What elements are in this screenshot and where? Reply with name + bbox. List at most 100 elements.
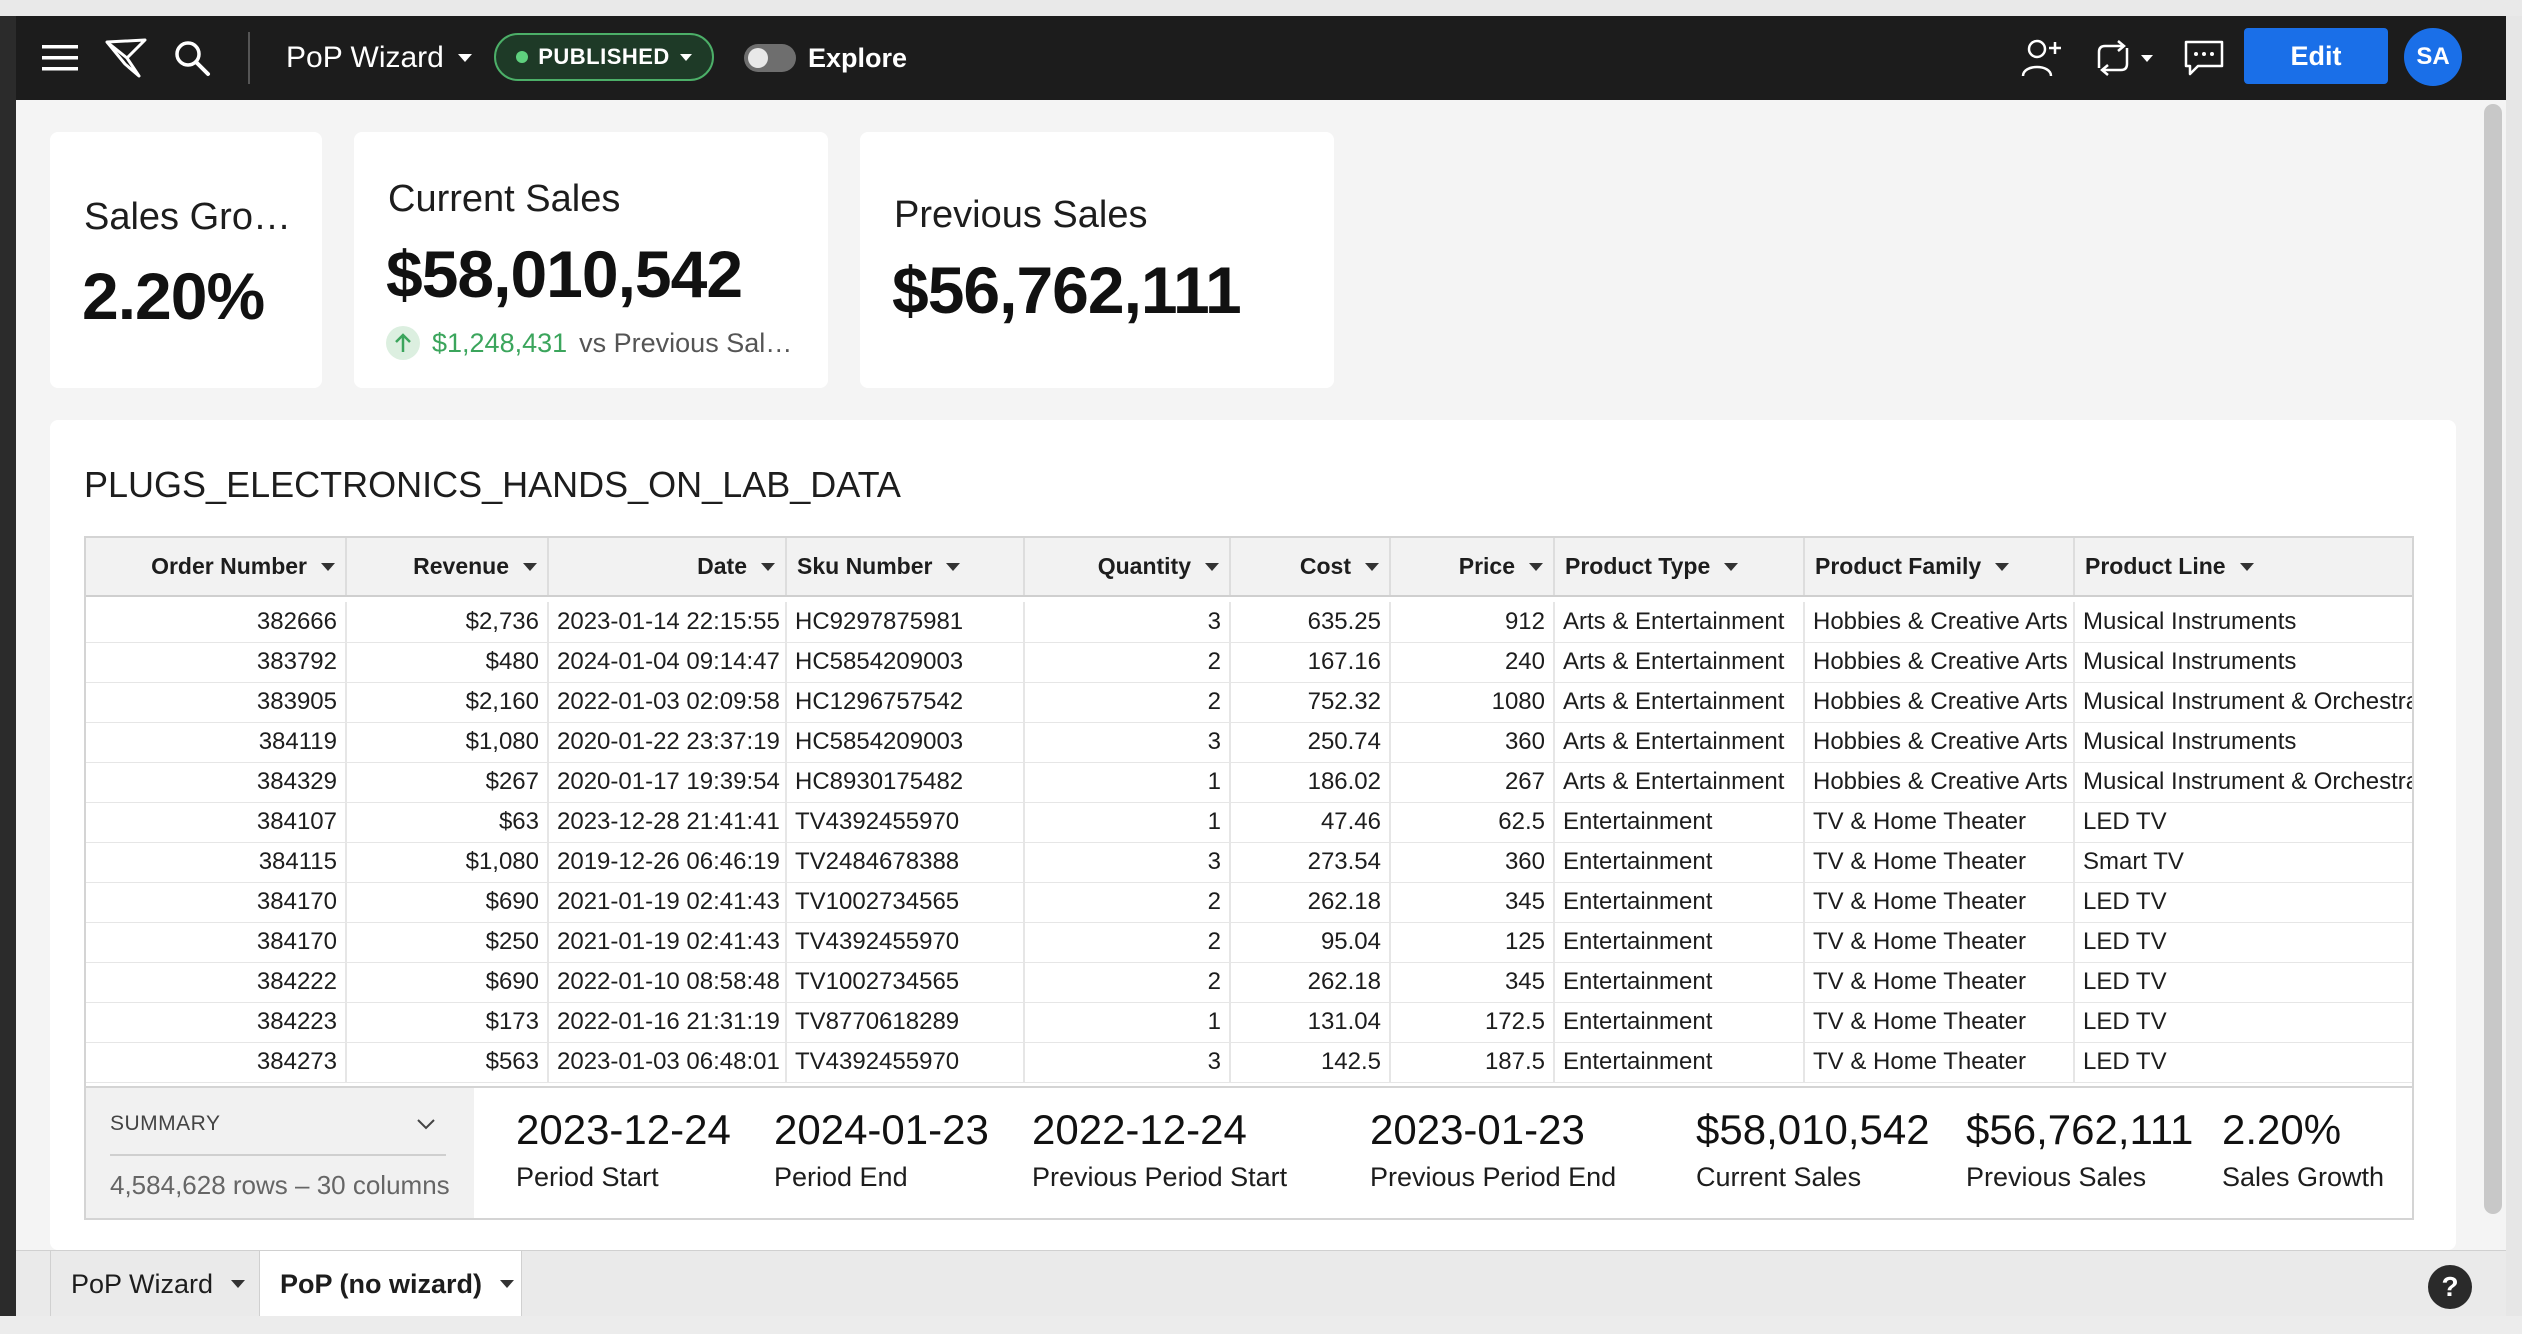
table-cell[interactable]: 2022-01-03 02:09:58 — [548, 682, 787, 723]
table-cell[interactable]: $480 — [346, 642, 549, 683]
table-cell[interactable]: TV & Home Theater — [1804, 802, 2075, 843]
sync-menu-button[interactable] — [2082, 32, 2162, 84]
table-cell[interactable]: 172.5 — [1390, 1002, 1555, 1043]
column-header[interactable]: Sku Number — [786, 538, 1025, 597]
table-cell[interactable]: HC8930175482 — [786, 762, 1025, 803]
explore-toggle[interactable] — [744, 44, 796, 72]
kpi-previous-sales[interactable]: Previous Sales $56,762,111 — [860, 132, 1334, 388]
table-cell[interactable]: TV & Home Theater — [1804, 882, 2075, 923]
table-cell[interactable]: 2023-12-28 21:41:41 — [548, 802, 787, 843]
table-cell[interactable]: 47.46 — [1230, 802, 1391, 843]
table-cell[interactable]: Arts & Entertainment — [1554, 602, 1805, 643]
table-cell[interactable]: 167.16 — [1230, 642, 1391, 683]
table-cell[interactable]: 186.02 — [1230, 762, 1391, 803]
column-header[interactable]: Price — [1390, 538, 1555, 597]
table-row[interactable]: 384170 $250 2021-01-19 02:41:43 TV439245597… — [86, 922, 2412, 963]
table-cell[interactable]: Arts & Entertainment — [1554, 762, 1805, 803]
table-cell[interactable]: 2 — [1024, 962, 1231, 1003]
menu-button[interactable] — [36, 34, 84, 82]
table-cell[interactable]: LED TV — [2074, 882, 2412, 923]
tab-pop-wizard[interactable]: PoP Wizard — [50, 1251, 260, 1317]
table-cell[interactable]: 360 — [1390, 722, 1555, 763]
chevron-down-icon[interactable] — [500, 1280, 515, 1288]
chevron-down-icon[interactable] — [1995, 562, 2010, 571]
table-cell[interactable]: 2023-01-14 22:15:55 — [548, 602, 787, 643]
sigma-logo-icon[interactable] — [100, 32, 152, 84]
table-cell[interactable]: Hobbies & Creative Arts — [1804, 722, 2075, 763]
table-cell[interactable]: 2021-01-19 02:41:43 — [548, 882, 787, 923]
table-cell[interactable]: 187.5 — [1390, 1042, 1555, 1083]
table-cell[interactable]: LED TV — [2074, 922, 2412, 963]
column-header[interactable]: Cost — [1230, 538, 1391, 597]
table-cell[interactable]: Entertainment — [1554, 1002, 1805, 1043]
table-cell[interactable]: TV1002734565 — [786, 882, 1025, 923]
table-cell[interactable]: Entertainment — [1554, 802, 1805, 843]
table-cell[interactable]: 2 — [1024, 882, 1231, 923]
comments-button[interactable] — [2178, 32, 2230, 84]
table-body-viewport[interactable]: Order Number Revenue Date Sku Number Qua… — [86, 538, 2412, 1086]
table-cell[interactable]: 360 — [1390, 842, 1555, 883]
table-cell[interactable]: 635.25 — [1230, 602, 1391, 643]
table-cell[interactable]: 62.5 — [1390, 802, 1555, 843]
table-cell[interactable]: Entertainment — [1554, 842, 1805, 883]
user-avatar[interactable]: SA — [2404, 28, 2462, 86]
table-cell[interactable]: $63 — [346, 802, 549, 843]
table-cell[interactable]: $267 — [346, 762, 549, 803]
table-cell[interactable]: 250.74 — [1230, 722, 1391, 763]
chevron-down-icon[interactable] — [414, 1112, 438, 1136]
edit-button[interactable]: Edit — [2244, 28, 2388, 84]
table-cell[interactable]: LED TV — [2074, 1042, 2412, 1083]
table-row[interactable]: 384115 $1,080 2019-12-26 06:46:19 TV2484678… — [86, 842, 2412, 883]
table-cell[interactable]: Arts & Entertainment — [1554, 682, 1805, 723]
table-row[interactable]: 383792 $480 2024-01-04 09:14:47 HC585420900… — [86, 642, 2412, 683]
table-cell[interactable]: TV & Home Theater — [1804, 1002, 2075, 1043]
table-cell[interactable]: $690 — [346, 882, 549, 923]
table-cell[interactable]: 752.32 — [1230, 682, 1391, 723]
vertical-scrollbar[interactable] — [2484, 104, 2502, 1214]
table-cell[interactable]: 267 — [1390, 762, 1555, 803]
table-cell[interactable]: 2021-01-19 02:41:43 — [548, 922, 787, 963]
table-row[interactable]: 384170 $690 2021-01-19 02:41:43 TV100273456… — [86, 882, 2412, 923]
table-cell[interactable]: $1,080 — [346, 722, 549, 763]
table-cell[interactable]: HC9297875981 — [786, 602, 1025, 643]
table-row[interactable]: 383905 $2,160 2022-01-03 02:09:58 HC1296757… — [86, 682, 2412, 723]
table-cell[interactable]: 384107 — [86, 802, 347, 843]
table-cell[interactable]: 240 — [1390, 642, 1555, 683]
chevron-down-icon[interactable] — [321, 562, 335, 571]
table-cell[interactable]: TV & Home Theater — [1804, 842, 2075, 883]
table-cell[interactable]: 384170 — [86, 922, 347, 963]
table-row[interactable]: 382666 $2,736 2023-01-14 22:15:55 HC9297875… — [86, 602, 2412, 643]
table-cell[interactable]: 2020-01-17 19:39:54 — [548, 762, 787, 803]
table-row[interactable]: 384107 $63 2023-12-28 21:41:41 TV4392455970… — [86, 802, 2412, 843]
table-cell[interactable]: $563 — [346, 1042, 549, 1083]
table-cell[interactable]: 3 — [1024, 842, 1231, 883]
table-cell[interactable]: 131.04 — [1230, 1002, 1391, 1043]
table-cell[interactable]: 2024-01-04 09:14:47 — [548, 642, 787, 683]
table-cell[interactable]: $250 — [346, 922, 549, 963]
table-cell[interactable]: 273.54 — [1230, 842, 1391, 883]
table-cell[interactable]: LED TV — [2074, 962, 2412, 1003]
chevron-down-icon[interactable] — [946, 562, 961, 571]
column-header[interactable]: Quantity — [1024, 538, 1231, 597]
table-cell[interactable]: $1,080 — [346, 842, 549, 883]
table-cell[interactable]: $2,736 — [346, 602, 549, 643]
table-cell[interactable]: Musical Instrument & Orchestra — [2074, 682, 2412, 723]
table-cell[interactable]: Hobbies & Creative Arts — [1804, 602, 2075, 643]
table-cell[interactable]: LED TV — [2074, 802, 2412, 843]
chevron-down-icon[interactable] — [231, 1280, 246, 1288]
table-cell[interactable]: 125 — [1390, 922, 1555, 963]
table-cell[interactable]: 384223 — [86, 1002, 347, 1043]
table-cell[interactable]: Musical Instruments — [2074, 722, 2412, 763]
table-cell[interactable]: Entertainment — [1554, 922, 1805, 963]
table-cell[interactable]: $690 — [346, 962, 549, 1003]
table-row[interactable]: 384273 $563 2023-01-03 06:48:01 TV439245597… — [86, 1042, 2412, 1083]
table-cell[interactable]: 3 — [1024, 602, 1231, 643]
table-cell[interactable]: 3 — [1024, 1042, 1231, 1083]
table-row[interactable]: 384329 $267 2020-01-17 19:39:54 HC893017548… — [86, 762, 2412, 803]
table-cell[interactable]: 1 — [1024, 802, 1231, 843]
column-header[interactable]: Product Type — [1554, 538, 1805, 597]
table-cell[interactable]: HC1296757542 — [786, 682, 1025, 723]
column-header[interactable]: Product Line — [2074, 538, 2412, 597]
chevron-down-icon[interactable] — [1724, 562, 1739, 571]
column-header[interactable]: Product Family — [1804, 538, 2075, 597]
